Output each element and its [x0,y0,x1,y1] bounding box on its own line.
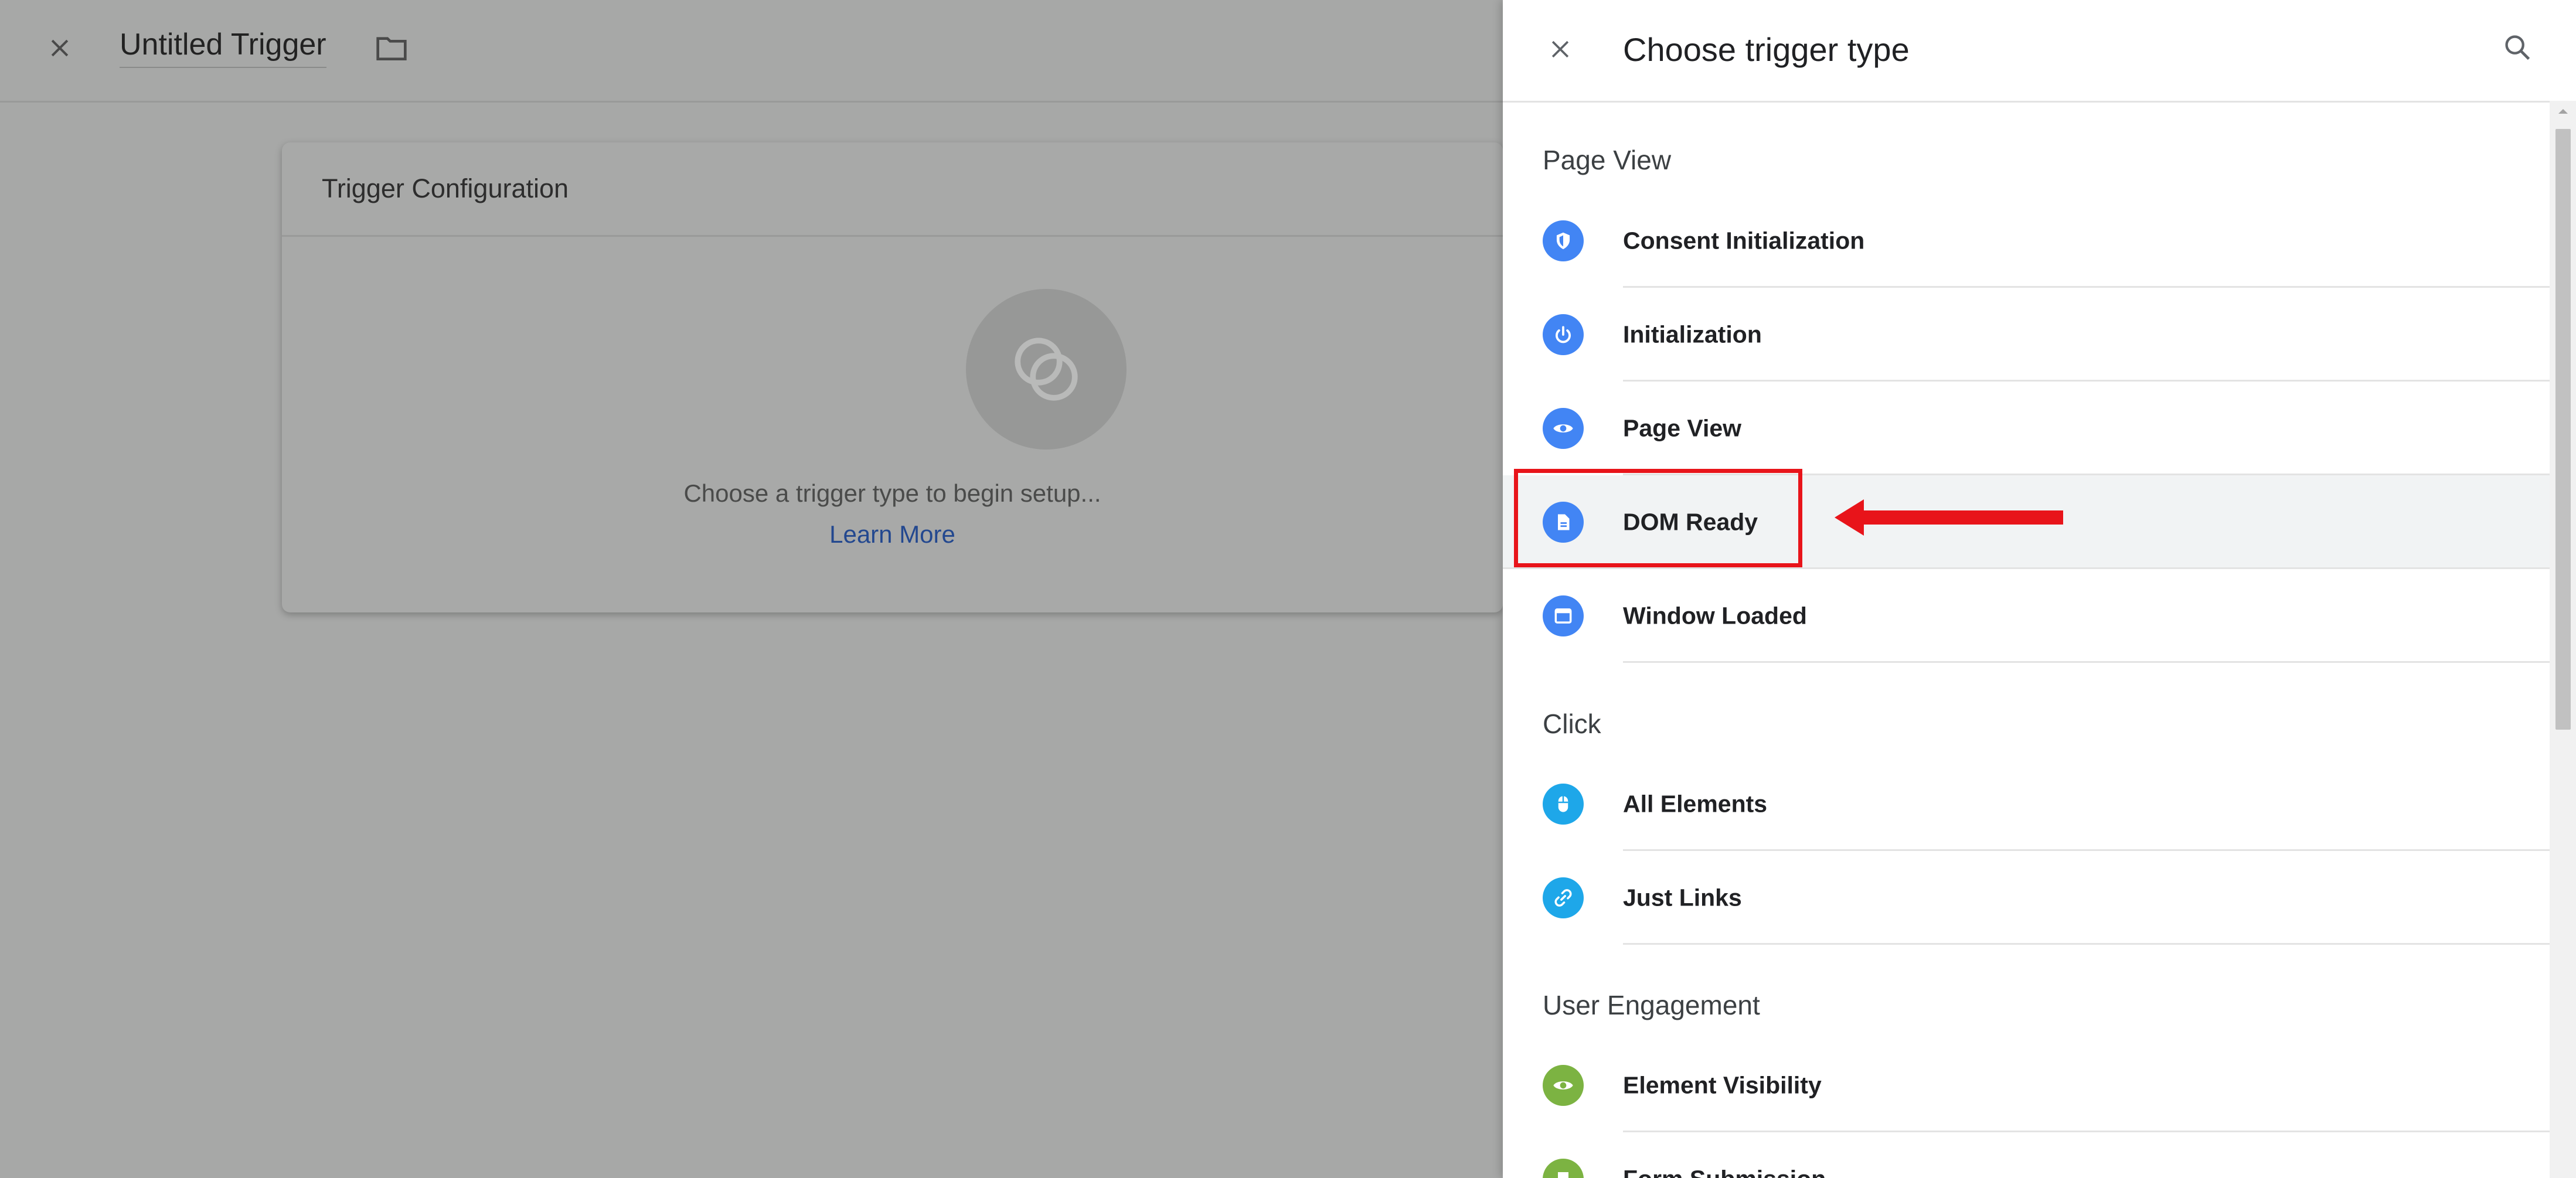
trigger-type-label: Page View [1623,414,1742,442]
window-icon [1543,595,1584,636]
search-icon[interactable] [2497,27,2538,68]
panel-header: Choose trigger type [1503,0,2576,103]
trigger-type-page-view[interactable]: Page View [1503,382,2550,475]
trigger-type-label: Just Links [1623,884,1742,911]
folder-icon[interactable] [373,29,410,67]
scrollbar-thumb[interactable] [2555,129,2571,730]
editor-header: Untitled Trigger [0,0,1503,103]
document-icon [1543,502,1584,543]
trigger-type-just-links[interactable]: Just Links [1503,851,2550,945]
trigger-type-window-loaded[interactable]: Window Loaded [1503,569,2550,663]
trigger-type-label: Form Submission [1623,1166,1826,1178]
trigger-type-label: Window Loaded [1623,602,1807,629]
trigger-placeholder-icon[interactable] [966,289,1127,450]
eye-icon [1543,1065,1584,1106]
close-icon[interactable] [41,29,79,67]
trigger-type-element-visibility[interactable]: Element Visibility [1503,1039,2550,1132]
trigger-type-form-submission[interactable]: Form Submission [1503,1132,2550,1178]
divider [1623,943,2550,945]
mouse-icon [1543,784,1584,825]
annotation-arrow-icon [1835,499,2063,536]
choose-trigger-type-panel: Choose trigger type Page View Consent In… [1503,0,2576,1178]
scroll-up-arrow-icon[interactable] [2550,105,2576,129]
trigger-type-initialization[interactable]: Initialization [1503,288,2550,382]
section-title-page-view: Page View [1543,145,1672,175]
shield-icon [1543,220,1584,261]
trigger-type-label: Element Visibility [1623,1071,1822,1099]
learn-more-link[interactable]: Learn More [282,520,1503,549]
trigger-type-label: All Elements [1623,790,1768,818]
section-title-user-engagement: User Engagement [1543,990,1760,1020]
panel-scrollbar[interactable] [2550,101,2576,1178]
trigger-name-input[interactable]: Untitled Trigger [120,27,326,68]
panel-title: Choose trigger type [1623,31,1910,68]
close-icon[interactable] [1541,30,1579,68]
eye-icon [1543,408,1584,449]
divider [1623,661,2550,663]
setup-prompt: Choose a trigger type to begin setup... [683,479,1101,507]
trigger-type-all-elements[interactable]: All Elements [1503,757,2550,851]
trigger-type-label: DOM Ready [1623,508,1758,536]
trigger-type-consent-initialization[interactable]: Consent Initialization [1503,194,2550,288]
form-icon [1543,1159,1584,1178]
trigger-type-label: Initialization [1623,321,1762,348]
link-icon [1543,877,1584,918]
trigger-configuration-heading: Trigger Configuration [282,142,1503,237]
power-icon [1543,314,1584,355]
trigger-configuration-card[interactable]: Trigger Configuration Choose a trigger t… [282,142,1503,612]
section-title-click: Click [1543,709,1601,739]
trigger-type-label: Consent Initialization [1623,227,1865,254]
